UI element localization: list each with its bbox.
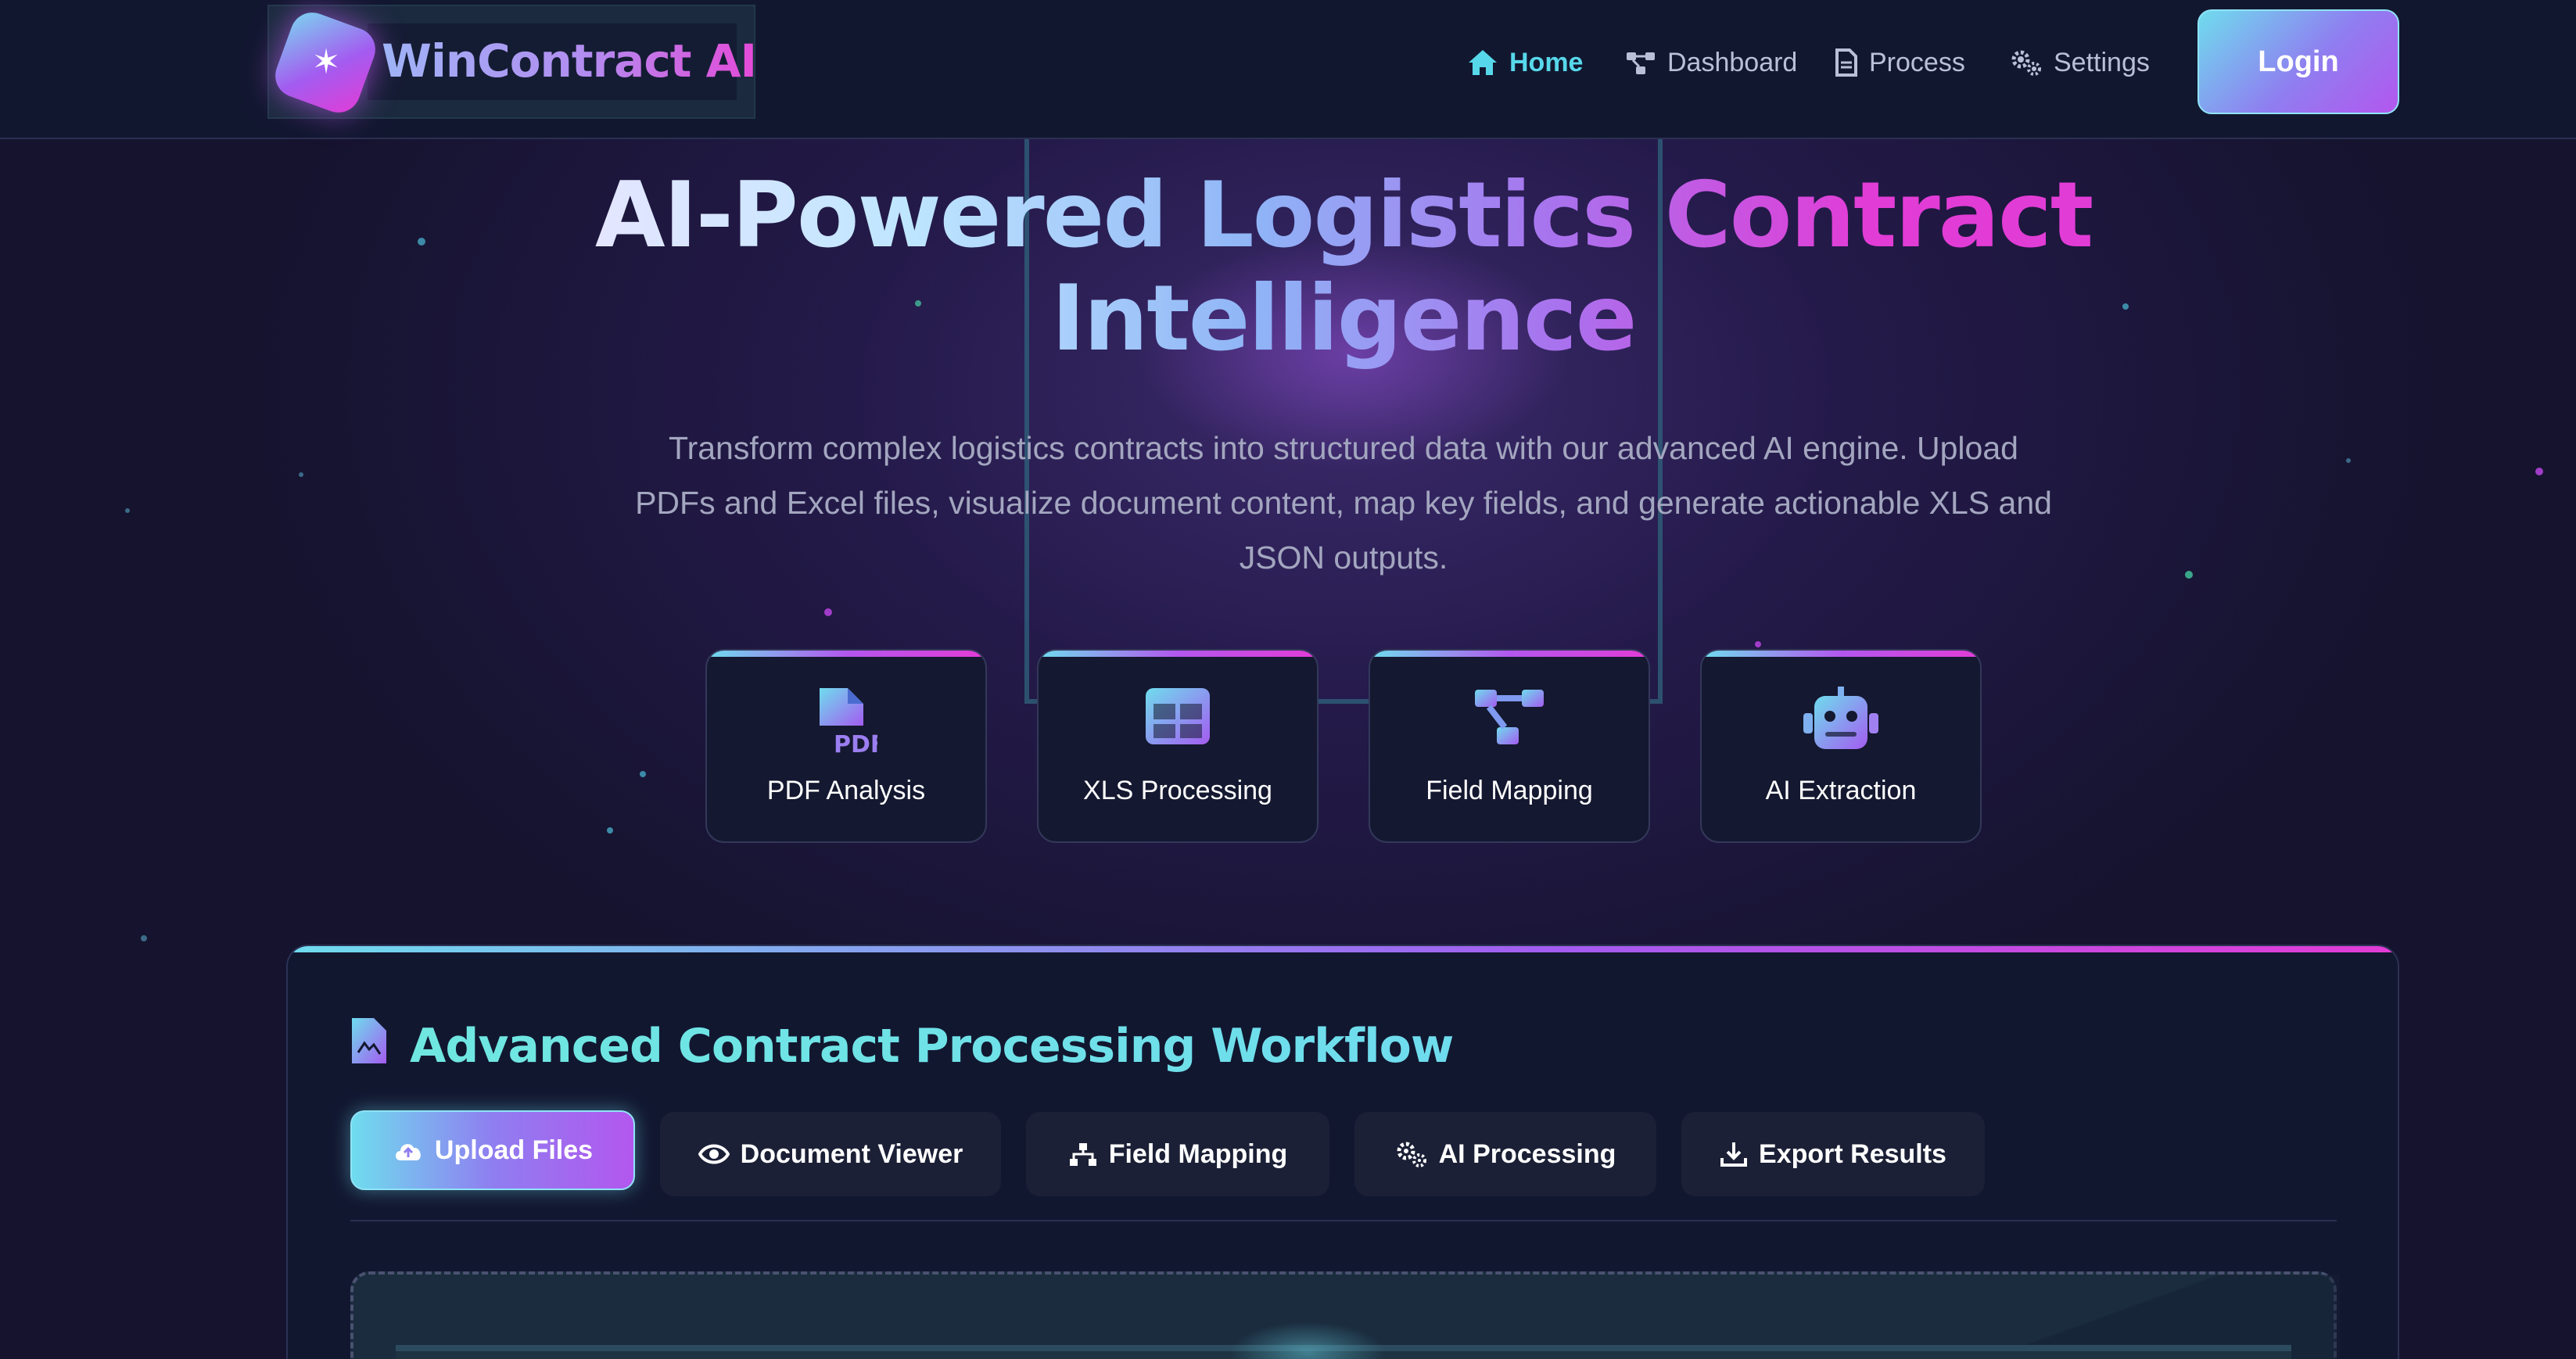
tab-upload-files[interactable]: Upload Files bbox=[350, 1110, 635, 1190]
robot-icon bbox=[1803, 687, 1878, 749]
cloud-upload-icon bbox=[395, 1144, 421, 1160]
tab-field-mapping[interactable]: Field Mapping bbox=[1026, 1112, 1329, 1196]
tab-label: Upload Files bbox=[434, 1135, 594, 1165]
brand-name[interactable]: WinContract AI bbox=[382, 30, 757, 92]
nav-home-label: Home bbox=[1509, 47, 1584, 77]
gears-icon bbox=[2011, 50, 2041, 76]
particle bbox=[141, 935, 147, 941]
panel-accent-bar bbox=[288, 946, 2398, 952]
nav-home-link[interactable]: Home bbox=[1467, 39, 1583, 86]
feature-card-xls[interactable]: XLS Processing bbox=[1037, 649, 1318, 843]
nav-dashboard-label: Dashboard bbox=[1667, 47, 1798, 77]
table-icon bbox=[1146, 688, 1210, 744]
tab-label: Field Mapping bbox=[1108, 1138, 1288, 1169]
tab-label: Document Viewer bbox=[740, 1138, 963, 1169]
nav-process-link[interactable]: Process bbox=[1835, 39, 1965, 86]
particle bbox=[125, 508, 130, 513]
tab-document-viewer[interactable]: Document Viewer bbox=[660, 1112, 1001, 1196]
feature-card-ai[interactable]: AI Extraction bbox=[1700, 649, 1982, 843]
feature-card-mapping[interactable]: Field Mapping bbox=[1369, 649, 1650, 843]
nav-process-label: Process bbox=[1869, 47, 1965, 77]
file-dropzone[interactable] bbox=[350, 1271, 2340, 1359]
download-icon bbox=[1720, 1142, 1748, 1167]
tab-export-results[interactable]: Export Results bbox=[1681, 1112, 1985, 1196]
feature-label: PDF Analysis bbox=[766, 776, 926, 805]
particle bbox=[824, 608, 832, 616]
nav-settings-link[interactable]: Settings bbox=[2010, 39, 2150, 86]
svg-text:PDF: PDF bbox=[834, 731, 877, 755]
tabs-divider bbox=[350, 1220, 2337, 1221]
network-icon bbox=[1627, 52, 1655, 74]
gears-icon bbox=[1397, 1142, 1426, 1167]
hero-title-line1: AI-Powered Logistics Contract bbox=[594, 163, 2093, 268]
login-button[interactable]: Login bbox=[2197, 9, 2399, 114]
hero-title: AI-Powered Logistics Contract Intelligen… bbox=[469, 164, 2218, 371]
file-icon bbox=[1835, 48, 1857, 77]
particle bbox=[2346, 458, 2351, 463]
hero-title-line2: Intelligence bbox=[1051, 266, 1636, 371]
sitemap-icon bbox=[1069, 1143, 1096, 1166]
particle bbox=[607, 827, 613, 834]
contract-file-icon bbox=[352, 1018, 386, 1063]
brain-glyph: ✶ bbox=[311, 43, 341, 81]
home-icon bbox=[1469, 50, 1497, 75]
feature-label: AI Extraction bbox=[1765, 776, 1917, 805]
particle bbox=[1755, 641, 1761, 647]
tab-ai-processing[interactable]: AI Processing bbox=[1354, 1112, 1656, 1196]
nav-dashboard-link[interactable]: Dashboard bbox=[1625, 39, 1797, 86]
hero-description: Transform complex logistics contracts in… bbox=[635, 430, 2052, 576]
pdf-file-icon: PDF bbox=[820, 688, 877, 755]
tab-label: AI Processing bbox=[1438, 1138, 1616, 1169]
particle bbox=[2185, 571, 2193, 579]
feature-card-pdf[interactable]: PDF PDF Analysis bbox=[705, 649, 987, 843]
dropzone-glow bbox=[1229, 1321, 1386, 1359]
particle bbox=[418, 238, 425, 246]
particle bbox=[299, 472, 303, 477]
particle bbox=[2535, 468, 2543, 475]
nav-settings-label: Settings bbox=[2054, 47, 2150, 77]
workflow-title: Advanced Contract Processing Workflow bbox=[410, 1015, 1454, 1078]
feature-label: Field Mapping bbox=[1426, 776, 1593, 805]
eye-icon bbox=[698, 1144, 730, 1164]
particle bbox=[640, 771, 646, 777]
feature-label: XLS Processing bbox=[1083, 776, 1272, 805]
sitemap-icon bbox=[1475, 690, 1544, 744]
tab-label: Export Results bbox=[1759, 1138, 1946, 1169]
